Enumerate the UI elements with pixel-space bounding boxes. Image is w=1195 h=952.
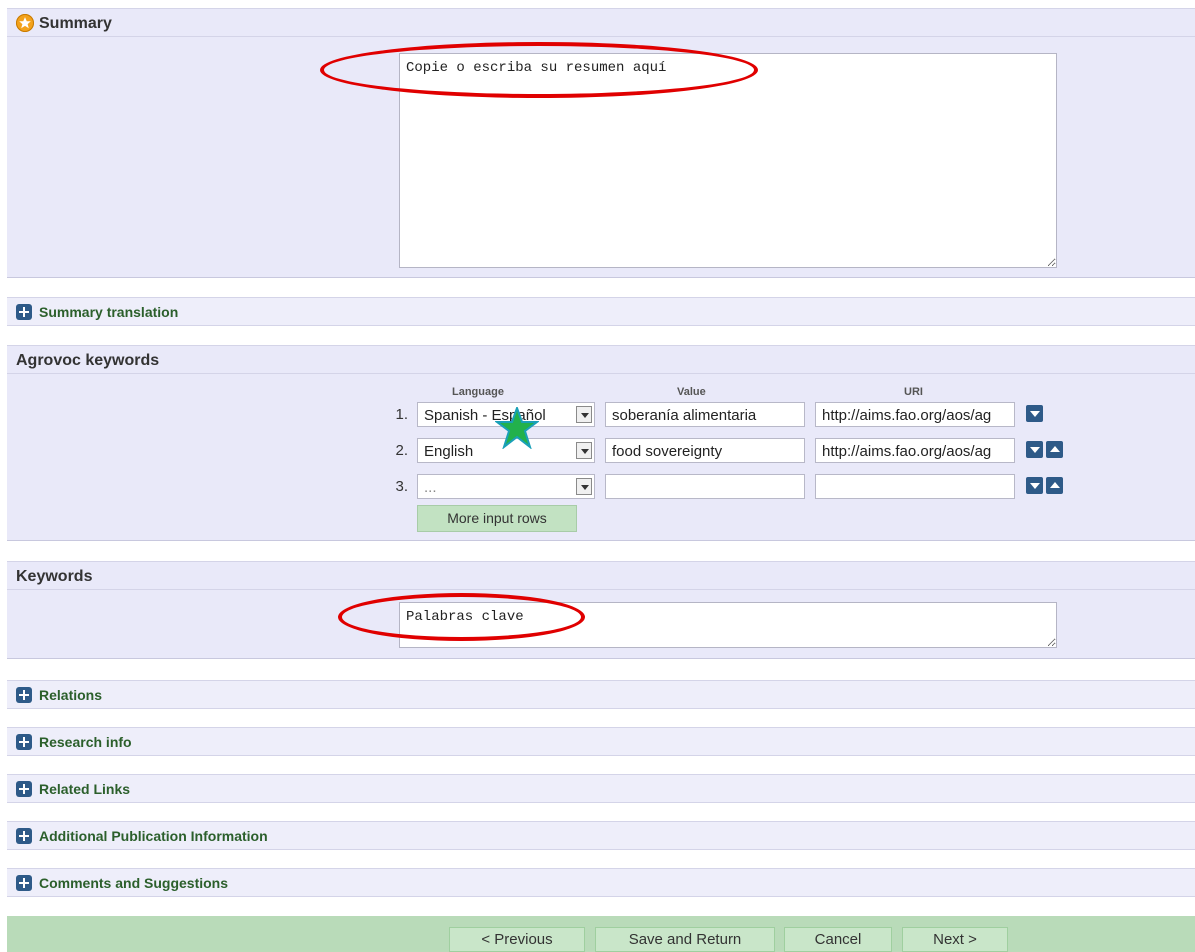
agrovoc-title: Agrovoc keywords — [16, 352, 160, 369]
value-text: soberanía alimentaria — [612, 407, 757, 424]
related-links-section[interactable]: Related Links — [7, 774, 1195, 803]
language-value: ... — [424, 479, 437, 496]
keywords-panel: Keywords Palabras clave — [7, 561, 1195, 659]
relations-title[interactable]: Relations — [39, 687, 102, 703]
agrovoc-panel: Agrovoc keywords Language Value URI 1. S… — [7, 345, 1195, 541]
save-and-return-button[interactable]: Save and Return — [595, 927, 775, 952]
comments-title[interactable]: Comments and Suggestions — [39, 875, 228, 891]
uri-text: http://aims.fao.org/aos/ag — [822, 407, 992, 424]
value-input[interactable]: food sovereignty — [605, 438, 805, 463]
move-down-icon[interactable] — [1026, 405, 1043, 422]
uri-text: http://aims.fao.org/aos/ag — [822, 443, 992, 460]
language-select[interactable]: ... — [417, 474, 595, 499]
row-number: 1. — [395, 406, 408, 423]
cancel-button[interactable]: Cancel — [784, 927, 892, 952]
research-info-title[interactable]: Research info — [39, 734, 132, 750]
agrovoc-header: Agrovoc keywords — [7, 345, 1195, 374]
additional-publication-title[interactable]: Additional Publication Information — [39, 828, 268, 844]
move-up-icon[interactable] — [1046, 441, 1063, 458]
research-info-section[interactable]: Research info — [7, 727, 1195, 756]
move-down-icon[interactable] — [1026, 477, 1043, 494]
previous-button[interactable]: < Previous — [449, 927, 585, 952]
expand-plus-icon[interactable] — [16, 781, 32, 797]
related-links-title[interactable]: Related Links — [39, 781, 130, 797]
summary-translation-section[interactable]: Summary translation — [7, 297, 1195, 326]
uri-input[interactable]: http://aims.fao.org/aos/ag — [815, 402, 1015, 427]
dropdown-arrow-icon[interactable] — [576, 406, 592, 423]
relations-section[interactable]: Relations — [7, 680, 1195, 709]
summary-body: Copie o escriba su resumen aquí — [7, 37, 1195, 278]
expand-plus-icon[interactable] — [16, 687, 32, 703]
language-value: English — [424, 443, 474, 460]
summary-textarea[interactable]: Copie o escriba su resumen aquí — [399, 53, 1057, 268]
column-header-uri: URI — [904, 386, 923, 398]
expand-plus-icon[interactable] — [16, 828, 32, 844]
star-icon — [16, 14, 34, 32]
comments-section[interactable]: Comments and Suggestions — [7, 868, 1195, 897]
expand-plus-icon[interactable] — [16, 734, 32, 750]
keywords-header: Keywords — [7, 561, 1195, 590]
star-annotation-icon — [495, 407, 539, 449]
keywords-title: Keywords — [16, 568, 93, 585]
move-up-icon[interactable] — [1046, 477, 1063, 494]
expand-plus-icon[interactable] — [16, 875, 32, 891]
uri-input[interactable]: http://aims.fao.org/aos/ag — [815, 438, 1015, 463]
column-header-language: Language — [452, 386, 504, 398]
row-number: 2. — [395, 442, 408, 459]
footer-bar: < Previous Save and Return Cancel Next > — [7, 916, 1195, 952]
additional-publication-section[interactable]: Additional Publication Information — [7, 821, 1195, 850]
uri-input[interactable] — [815, 474, 1015, 499]
column-header-value: Value — [677, 386, 706, 398]
next-button[interactable]: Next > — [902, 927, 1008, 952]
expand-plus-icon[interactable] — [16, 304, 32, 320]
more-input-rows-button[interactable]: More input rows — [417, 505, 577, 532]
summary-translation-title[interactable]: Summary translation — [39, 304, 178, 320]
dropdown-arrow-icon[interactable] — [576, 442, 592, 459]
keywords-body: Palabras clave — [7, 590, 1195, 659]
summary-title: Summary — [39, 15, 112, 32]
agrovoc-body: Language Value URI 1. Spanish - Español … — [7, 374, 1195, 541]
dropdown-arrow-icon[interactable] — [576, 478, 592, 495]
summary-header: Summary — [7, 8, 1195, 37]
summary-panel: Summary Copie o escriba su resumen aquí — [7, 8, 1195, 278]
keywords-textarea[interactable]: Palabras clave — [399, 602, 1057, 648]
value-input[interactable] — [605, 474, 805, 499]
row-number: 3. — [395, 478, 408, 495]
value-input[interactable]: soberanía alimentaria — [605, 402, 805, 427]
value-text: food sovereignty — [612, 443, 723, 460]
move-down-icon[interactable] — [1026, 441, 1043, 458]
